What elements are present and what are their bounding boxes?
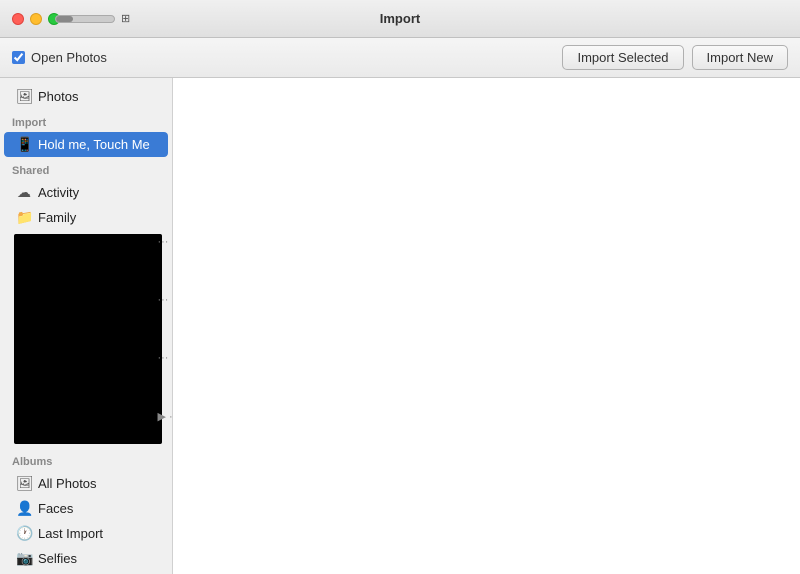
- sidebar-item-last-import[interactable]: 🕐 Last Import: [4, 521, 168, 546]
- toolbar-right: Import Selected Import New: [562, 45, 788, 70]
- progress-track: [55, 15, 115, 23]
- sidebar-item-family[interactable]: 📁 Family: [4, 205, 168, 230]
- sidebar-section-shared: Shared: [0, 157, 172, 180]
- main-layout: 🖼 Photos Import 📱 Hold me, Touch Me Shar…: [0, 78, 800, 574]
- thumbnail-dots: ··· ··· ··· ▶ ···: [157, 236, 173, 423]
- titlebar-controls: ⊞: [55, 12, 130, 25]
- sidebar-all-photos-label: All Photos: [38, 476, 97, 491]
- sidebar-activity-label: Activity: [38, 185, 79, 200]
- sidebar-item-faces[interactable]: 👤 Faces: [4, 496, 168, 521]
- open-photos-checkbox-label[interactable]: Open Photos: [12, 50, 107, 65]
- sidebar-section-albums: Albums: [0, 448, 172, 471]
- sidebar-item-activity[interactable]: ☁ Activity: [4, 180, 168, 205]
- thumbnail-area: ··· ··· ··· ▶ ···: [6, 234, 166, 444]
- cloud-icon: ☁: [16, 184, 32, 201]
- sidebar: 🖼 Photos Import 📱 Hold me, Touch Me Shar…: [0, 78, 173, 574]
- sidebar-item-all-photos[interactable]: 🖼 All Photos: [4, 471, 168, 496]
- open-photos-label: Open Photos: [31, 50, 107, 65]
- sidebar-device-label: Hold me, Touch Me: [38, 137, 150, 152]
- folder-icon: 📁: [16, 209, 32, 226]
- content-area: [173, 78, 800, 574]
- import-selected-button[interactable]: Import Selected: [562, 45, 683, 70]
- traffic-lights: [12, 13, 60, 25]
- minimize-button[interactable]: [30, 13, 42, 25]
- sidebar-last-import-label: Last Import: [38, 526, 103, 541]
- open-photos-checkbox[interactable]: [12, 51, 25, 64]
- expand-icon: ⊞: [121, 12, 130, 25]
- close-button[interactable]: [12, 13, 24, 25]
- selfies-icon: 📷: [16, 550, 32, 567]
- faces-icon: 👤: [16, 500, 32, 517]
- import-new-button[interactable]: Import New: [692, 45, 788, 70]
- sidebar-thumbnail: [14, 234, 162, 444]
- sidebar-item-device[interactable]: 📱 Hold me, Touch Me: [4, 132, 168, 157]
- titlebar: ⊞ Import: [0, 0, 800, 38]
- sidebar-photos-label: Photos: [38, 89, 78, 104]
- progress-fill: [56, 16, 73, 22]
- sidebar-section-import: Import: [0, 109, 172, 132]
- sidebar-item-photos[interactable]: 🖼 Photos: [4, 84, 168, 109]
- device-icon: 📱: [16, 136, 32, 153]
- window-title: Import: [380, 11, 420, 26]
- toolbar: Open Photos Import Selected Import New: [0, 38, 800, 78]
- sidebar-selfies-label: Selfies: [38, 551, 77, 566]
- all-photos-icon: 🖼: [16, 475, 32, 492]
- sidebar-faces-label: Faces: [38, 501, 73, 516]
- sidebar-family-label: Family: [38, 210, 76, 225]
- photos-icon: 🖼: [16, 88, 32, 105]
- progress-wrapper: [55, 15, 115, 23]
- last-import-icon: 🕐: [16, 525, 32, 542]
- sidebar-item-selfies[interactable]: 📷 Selfies: [4, 546, 168, 571]
